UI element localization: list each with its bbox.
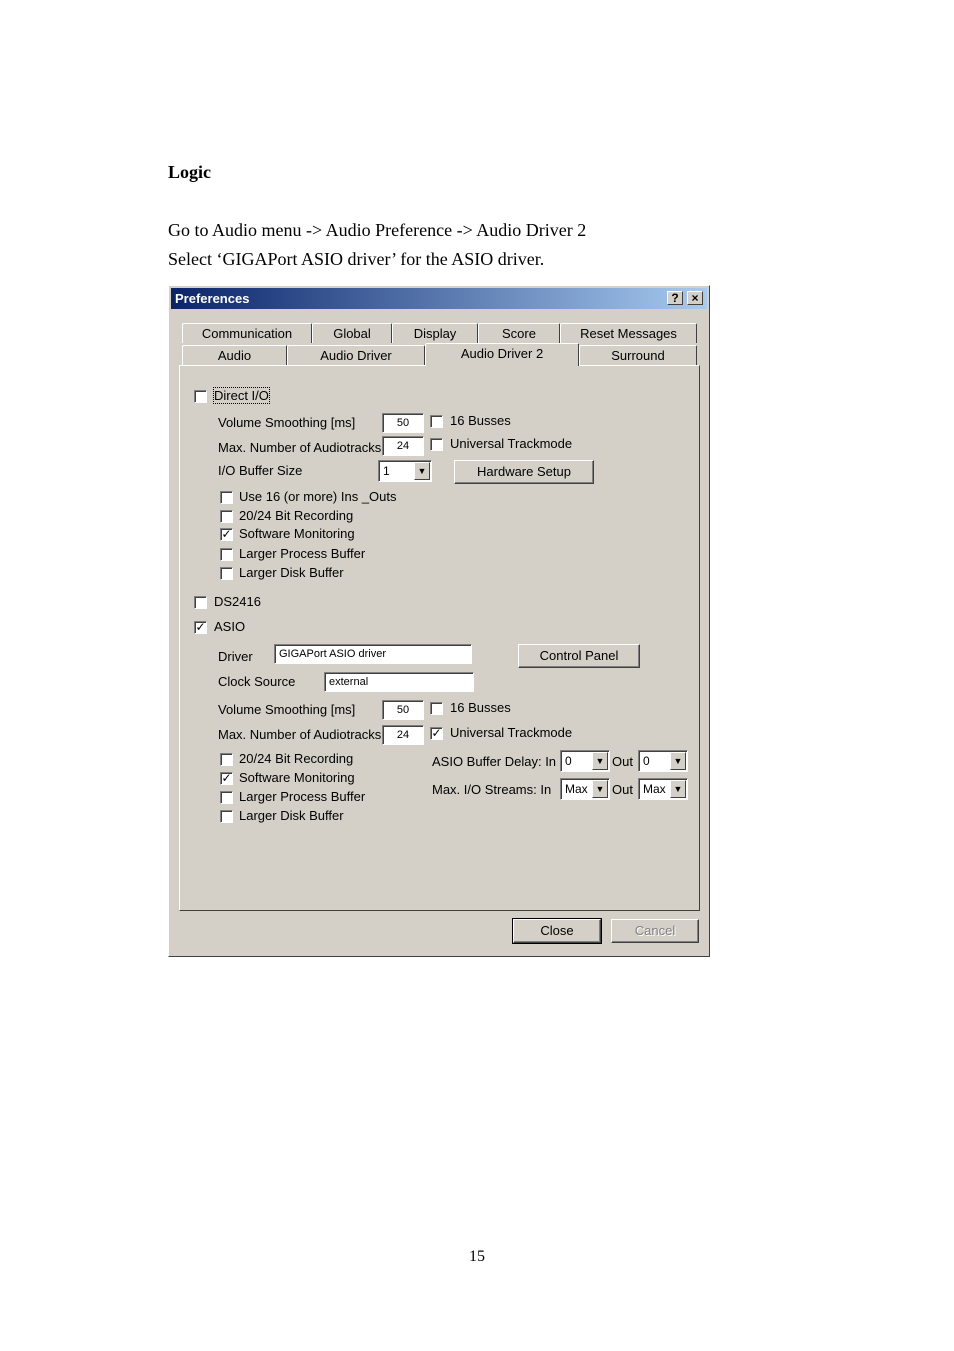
chevron-down-icon: ▼	[592, 780, 608, 798]
instruction-line-2: Select ‘GIGAPort ASIO driver’ for the AS…	[168, 249, 545, 269]
direct-16-busses-label: 16 Busses	[450, 413, 511, 428]
asio-io-streams-in-select[interactable]: Max ▼	[560, 778, 610, 800]
direct-io-label: Direct I/O	[213, 387, 270, 404]
asio-universal-trackmode-label: Universal Trackmode	[450, 725, 573, 740]
direct-option-checkbox-4[interactable]	[220, 567, 233, 580]
direct-io-checkbox[interactable]	[194, 390, 207, 403]
clock-source-field[interactable]: external	[324, 672, 474, 692]
chevron-down-icon: ▼	[670, 752, 686, 770]
preferences-dialog: Preferences ? × Communication Global Dis…	[168, 285, 710, 957]
dialog-titlebar[interactable]: Preferences ? ×	[171, 288, 707, 309]
tab-communication[interactable]: Communication	[182, 323, 312, 343]
tab-audio[interactable]: Audio	[182, 345, 287, 365]
asio-option-label-1: Software Monitoring	[239, 770, 355, 785]
tab-audio-driver[interactable]: Audio Driver	[287, 345, 425, 365]
direct-option-label-0: Use 16 (or more) Ins _Outs	[239, 489, 397, 504]
direct-option-checkbox-1[interactable]	[220, 510, 233, 523]
chevron-down-icon: ▼	[414, 462, 430, 480]
asio-driver-field[interactable]: GIGAPort ASIO driver	[274, 644, 472, 664]
page-number: 15	[469, 1248, 485, 1265]
direct-universal-trackmode-label: Universal Trackmode	[450, 436, 573, 451]
direct-max-audiotracks-label: Max. Number of Audiotracks	[218, 440, 382, 455]
asio-volume-smoothing-label: Volume Smoothing [ms]	[218, 702, 356, 717]
tab-audio-driver-2[interactable]: Audio Driver 2	[425, 343, 579, 366]
help-button[interactable]: ?	[667, 291, 683, 305]
direct-universal-trackmode-checkbox[interactable]	[430, 438, 443, 451]
tab-reset-messages[interactable]: Reset Messages	[560, 323, 697, 343]
asio-io-streams-out-select[interactable]: Max ▼	[638, 778, 688, 800]
ds2416-checkbox[interactable]	[194, 596, 207, 609]
ds2416-label: DS2416	[214, 594, 261, 609]
asio-option-label-3: Larger Disk Buffer	[239, 808, 344, 823]
asio-buffer-delay-out-label: Out	[612, 754, 633, 769]
direct-16-busses-checkbox[interactable]	[430, 415, 443, 428]
chevron-down-icon: ▼	[592, 752, 608, 770]
asio-option-checkbox-0[interactable]	[220, 753, 233, 766]
close-window-button[interactable]: ×	[687, 291, 703, 305]
asio-buffer-delay-label: ASIO Buffer Delay: In	[432, 754, 557, 769]
direct-max-audiotracks-input[interactable]: 24	[382, 436, 424, 456]
io-buffer-size-select[interactable]: 1 ▼	[378, 460, 432, 482]
asio-volume-smoothing-input[interactable]: 50	[382, 700, 424, 720]
page-heading: Logic	[168, 162, 211, 182]
direct-option-label-4: Larger Disk Buffer	[239, 565, 344, 580]
close-button[interactable]: Close	[512, 918, 602, 944]
instruction-line-1: Go to Audio menu -> Audio Preference -> …	[168, 220, 587, 240]
asio-16-busses-label: 16 Busses	[450, 700, 511, 715]
asio-checkbox[interactable]: ✓	[194, 621, 207, 634]
asio-buffer-delay-in-select[interactable]: 0 ▼	[560, 750, 610, 772]
tab-panel: Direct I/O Volume Smoothing [ms] 50 16 B…	[179, 365, 700, 911]
asio-io-streams-out-label: Out	[612, 782, 633, 797]
asio-option-label-0: 20/24 Bit Recording	[239, 751, 354, 766]
tab-surround[interactable]: Surround	[579, 345, 697, 365]
io-buffer-size-label: I/O Buffer Size	[218, 463, 303, 478]
asio-max-audiotracks-label: Max. Number of Audiotracks	[218, 727, 382, 742]
asio-label: ASIO	[214, 619, 246, 634]
clock-source-label: Clock Source	[218, 674, 296, 689]
direct-volume-smoothing-label: Volume Smoothing [ms]	[218, 415, 356, 430]
asio-io-streams-out-value: Max	[643, 782, 666, 796]
direct-option-label-1: 20/24 Bit Recording	[239, 508, 354, 523]
asio-option-label-2: Larger Process Buffer	[239, 789, 366, 804]
asio-buffer-delay-in-value: 0	[565, 754, 572, 768]
direct-option-checkbox-3[interactable]	[220, 548, 233, 561]
asio-io-streams-in-value: Max	[565, 782, 588, 796]
asio-option-checkbox-3[interactable]	[220, 810, 233, 823]
direct-volume-smoothing-input[interactable]: 50	[382, 413, 424, 433]
dialog-title: Preferences	[175, 291, 250, 306]
tab-global[interactable]: Global	[312, 323, 392, 343]
asio-driver-label: Driver	[218, 649, 253, 664]
asio-16-busses-checkbox[interactable]	[430, 702, 443, 715]
tab-score[interactable]: Score	[478, 323, 560, 343]
tab-display[interactable]: Display	[392, 323, 478, 343]
direct-option-checkbox-2[interactable]: ✓	[220, 528, 233, 541]
asio-universal-trackmode-checkbox[interactable]: ✓	[430, 727, 443, 740]
asio-option-checkbox-2[interactable]	[220, 791, 233, 804]
cancel-button[interactable]: Cancel	[611, 919, 699, 943]
asio-buffer-delay-out-value: 0	[643, 754, 650, 768]
direct-option-label-2: Software Monitoring	[239, 526, 355, 541]
io-buffer-size-value: 1	[383, 464, 390, 478]
asio-io-streams-label: Max. I/O Streams: In	[432, 782, 552, 797]
asio-buffer-delay-out-select[interactable]: 0 ▼	[638, 750, 688, 772]
direct-option-label-3: Larger Process Buffer	[239, 546, 366, 561]
hardware-setup-button[interactable]: Hardware Setup	[454, 460, 594, 484]
control-panel-button[interactable]: Control Panel	[518, 644, 640, 668]
chevron-down-icon: ▼	[670, 780, 686, 798]
direct-option-checkbox-0[interactable]	[220, 491, 233, 504]
asio-max-audiotracks-input[interactable]: 24	[382, 725, 424, 745]
asio-option-checkbox-1[interactable]: ✓	[220, 772, 233, 785]
